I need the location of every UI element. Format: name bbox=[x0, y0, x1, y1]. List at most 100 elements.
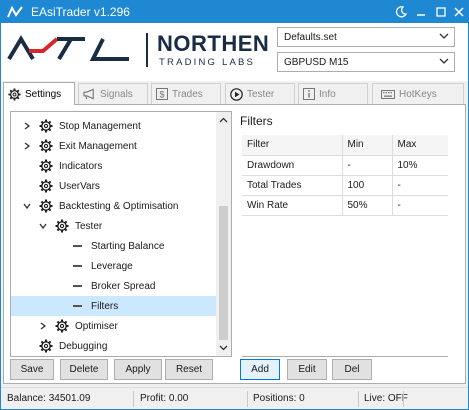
settings-file-value: Defaults.set bbox=[284, 32, 337, 43]
settings-file-dropdown[interactable]: Defaults.set bbox=[277, 27, 455, 47]
header: NORTHEN TRADING LABS Defaults.set GBPUSD… bbox=[1, 23, 468, 81]
keyboard-icon bbox=[381, 89, 395, 99]
tree-item-label: Stop Management bbox=[59, 121, 141, 132]
column-header[interactable]: Max bbox=[392, 135, 448, 156]
status-balance: Balance: 34501.09 bbox=[7, 393, 91, 404]
chevron-right-icon[interactable] bbox=[39, 322, 47, 330]
leaf-dash-icon bbox=[73, 305, 82, 307]
chevron-down-icon bbox=[439, 33, 449, 39]
close-icon[interactable] bbox=[450, 3, 468, 21]
chevron-down-icon[interactable] bbox=[39, 222, 47, 230]
tab-tester[interactable]: Tester bbox=[225, 83, 295, 104]
column-header[interactable]: Filter bbox=[242, 135, 343, 156]
moon-icon[interactable] bbox=[392, 3, 410, 21]
svg-text:$: $ bbox=[159, 90, 164, 100]
status-divider bbox=[247, 391, 248, 407]
tree-item[interactable]: Optimiser bbox=[11, 316, 216, 336]
filter-min-cell[interactable]: 100 bbox=[342, 175, 393, 196]
tab-signals-label: Signals bbox=[100, 88, 133, 100]
app-logo-icon bbox=[7, 5, 23, 18]
tree-item[interactable]: Exit Management bbox=[11, 136, 216, 156]
tab-hotkeys[interactable]: HotKeys bbox=[372, 83, 464, 104]
status-divider bbox=[358, 391, 359, 407]
tab-trades[interactable]: $ Trades bbox=[151, 83, 221, 104]
tree-item[interactable]: Broker Spread bbox=[11, 276, 216, 296]
status-positions: Positions: 0 bbox=[253, 393, 305, 404]
tree-item[interactable]: Debugging bbox=[11, 336, 216, 356]
tree-item[interactable]: UserVars bbox=[11, 176, 216, 196]
reset-button[interactable]: Reset bbox=[165, 359, 213, 380]
gear-icon bbox=[39, 199, 53, 213]
scroll-up-icon[interactable] bbox=[219, 116, 228, 125]
symbol-dropdown[interactable]: GBPUSD M15 bbox=[277, 52, 455, 72]
tree-item-label: Filters bbox=[91, 301, 119, 312]
leaf-dash-icon bbox=[73, 285, 82, 287]
tree-item[interactable]: Tester bbox=[11, 216, 216, 236]
gear-icon bbox=[39, 179, 53, 193]
tab-settings[interactable]: Settings bbox=[3, 82, 75, 105]
gear-icon bbox=[39, 339, 53, 353]
filter-min-cell[interactable]: - bbox=[342, 155, 393, 176]
chevron-right-icon[interactable] bbox=[23, 122, 31, 130]
info-icon bbox=[303, 88, 315, 100]
settings-tree[interactable]: Debugging Optimiser Filters Broker Spread Le… bbox=[10, 111, 232, 357]
chevron-down-icon bbox=[439, 58, 449, 64]
column-header[interactable]: Min bbox=[342, 135, 393, 156]
table-row[interactable]: Total Trades 100 - bbox=[242, 175, 448, 196]
delete-button[interactable]: Delete bbox=[60, 359, 108, 380]
filter-max-cell[interactable]: 10% bbox=[392, 155, 448, 176]
scroll-down-icon[interactable] bbox=[219, 343, 228, 352]
tree-item-label: Exit Management bbox=[59, 141, 137, 152]
tree-item-label: Backtesting & Optimisation bbox=[59, 201, 179, 212]
company-subtitle: TRADING LABS bbox=[159, 57, 256, 68]
filter-name-cell[interactable]: Drawdown bbox=[242, 155, 343, 176]
table-row[interactable]: Win Rate 50% - bbox=[242, 195, 448, 216]
tree-item-label: Broker Spread bbox=[91, 281, 156, 292]
title-bar: EAsiTrader v1.296 bbox=[1, 1, 468, 23]
gear-icon bbox=[39, 119, 53, 133]
filter-min-cell[interactable]: 50% bbox=[342, 195, 393, 216]
gear-icon bbox=[55, 219, 69, 233]
table-row[interactable]: Drawdown - 10% bbox=[242, 155, 448, 176]
tree-item-label: Tester bbox=[75, 221, 103, 232]
filter-name-cell[interactable]: Total Trades bbox=[242, 175, 343, 196]
tab-info[interactable]: Info bbox=[298, 83, 368, 104]
filter-max-cell[interactable]: - bbox=[392, 175, 448, 196]
tree-item-label: Starting Balance bbox=[91, 241, 165, 252]
dollar-icon: $ bbox=[156, 88, 168, 100]
gear-icon bbox=[39, 159, 53, 173]
tree-item[interactable]: Stop Management bbox=[11, 116, 216, 136]
logo-divider bbox=[146, 33, 148, 67]
filters-header-row: Filter Min Max bbox=[242, 135, 448, 156]
tree-item[interactable]: Leverage bbox=[11, 256, 216, 276]
tab-hotkeys-label: HotKeys bbox=[399, 88, 437, 100]
tree-item-label: Leverage bbox=[91, 261, 133, 272]
filter-name-cell[interactable]: Win Rate bbox=[242, 195, 343, 216]
tree-item[interactable]: Starting Balance bbox=[11, 236, 216, 256]
window-title: EAsiTrader v1.296 bbox=[31, 5, 130, 19]
add-filter-button[interactable]: Add bbox=[240, 359, 280, 380]
tree-item-label: Indicators bbox=[59, 161, 103, 172]
leaf-dash-icon bbox=[73, 245, 82, 247]
maximize-icon[interactable] bbox=[432, 3, 450, 21]
minimize-icon[interactable] bbox=[412, 3, 430, 21]
tree-item[interactable]: Filters bbox=[11, 296, 216, 316]
apply-button[interactable]: Apply bbox=[114, 359, 162, 380]
tab-trades-label: Trades bbox=[172, 88, 203, 100]
chevron-right-icon[interactable] bbox=[23, 142, 31, 150]
tab-settings-label: Settings bbox=[25, 88, 62, 100]
edit-filter-button[interactable]: Edit bbox=[287, 359, 327, 380]
gear-icon bbox=[39, 139, 53, 153]
scrollbar-thumb[interactable] bbox=[219, 206, 228, 340]
chevron-down-icon[interactable] bbox=[23, 202, 31, 210]
delete-filter-button[interactable]: Del bbox=[332, 359, 372, 380]
tab-signals[interactable]: Signals bbox=[78, 83, 148, 104]
status-profit: Profit: 0.00 bbox=[140, 393, 189, 404]
tree-item[interactable]: Indicators bbox=[11, 156, 216, 176]
filters-grid[interactable]: Filter Min Max Drawdown - 10% Total Trad… bbox=[242, 135, 448, 216]
tab-tester-label: Tester bbox=[247, 88, 275, 100]
tree-item[interactable]: Backtesting & Optimisation bbox=[11, 196, 216, 216]
save-button[interactable]: Save bbox=[10, 359, 54, 380]
tree-scrollbar[interactable] bbox=[216, 112, 231, 356]
filter-max-cell[interactable]: - bbox=[392, 195, 448, 216]
